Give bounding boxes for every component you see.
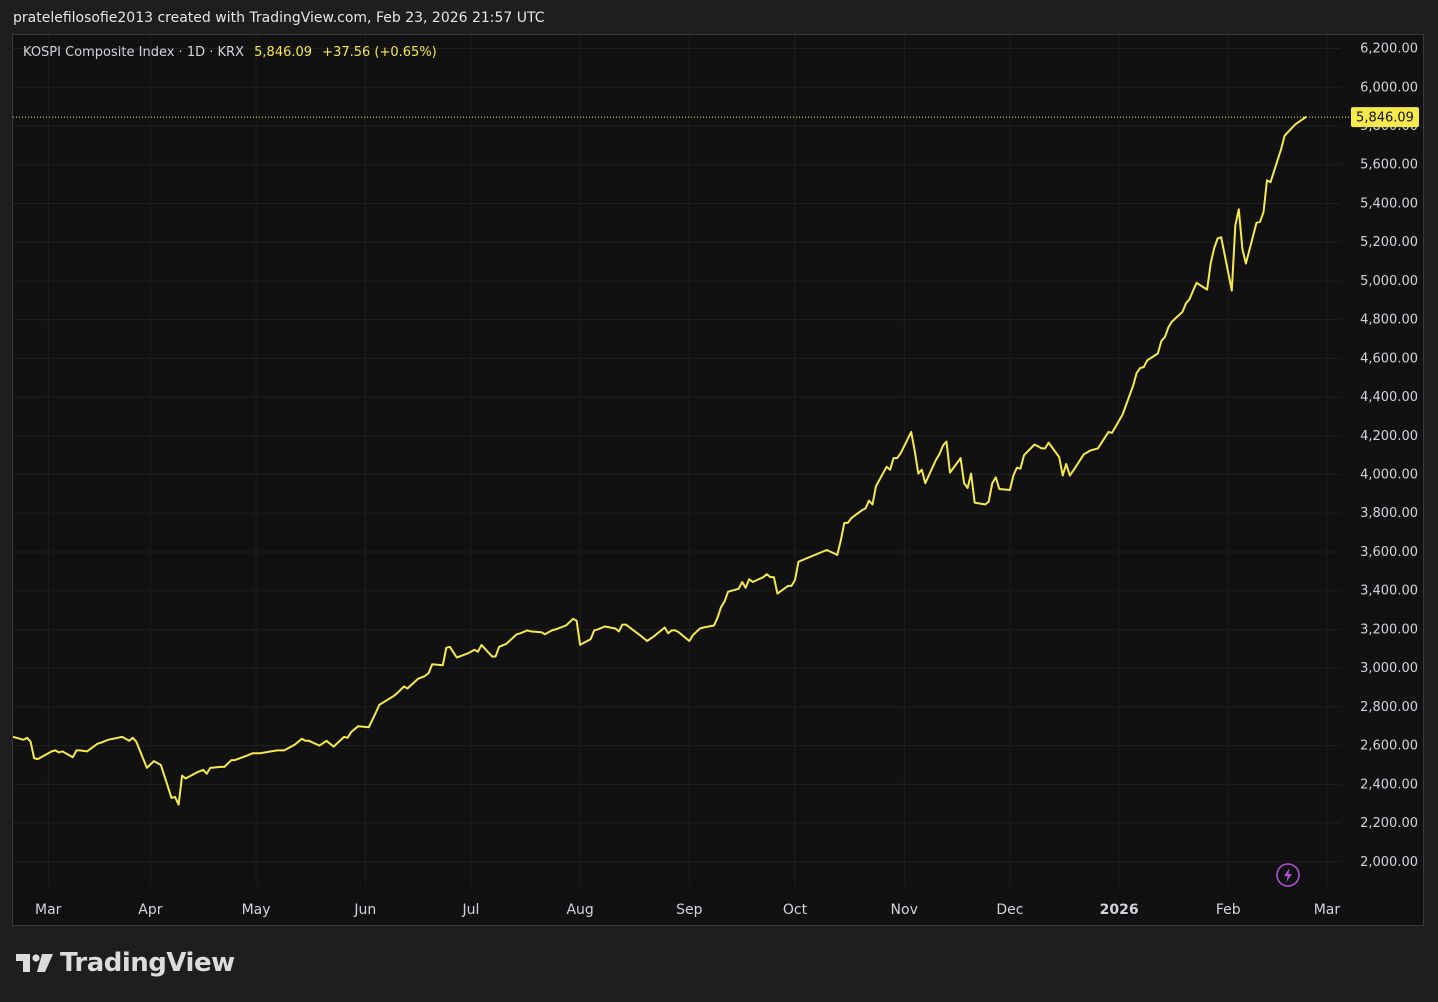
x-tick-label: Nov (891, 902, 918, 918)
series-line (13, 116, 1307, 806)
x-tick-label: Sep (676, 902, 703, 918)
x-tick-label: May (242, 902, 271, 918)
y-tick-label: 4,400.00 (1360, 390, 1418, 405)
y-tick-label: 2,600.00 (1360, 739, 1418, 754)
x-tick-label: Oct (783, 902, 808, 918)
y-tick-label: 3,000.00 (1360, 661, 1418, 676)
y-tick-label: 5,000.00 (1360, 274, 1418, 289)
last-price-label: 5,846.09 (1356, 111, 1414, 126)
legend-exchange: KRX (217, 45, 244, 60)
y-tick-label: 2,200.00 (1360, 816, 1418, 831)
x-tick-label: Mar (35, 902, 62, 918)
x-tick-label: Jul (461, 902, 479, 918)
y-tick-label: 4,800.00 (1360, 313, 1418, 328)
legend-last-price: 5,846.09 (254, 45, 313, 60)
y-tick-label: 3,400.00 (1360, 584, 1418, 599)
y-tick-label: 6,000.00 (1360, 80, 1418, 95)
tradingview-wordmark: TradingView (60, 948, 235, 978)
price-chart[interactable]: 2,000.00 2,200.00 2,400.00 2,600.00 2,800.00… (13, 35, 1423, 925)
x-tick-label: Jun (353, 902, 376, 918)
legend-interval: 1D (186, 45, 206, 60)
chart-panel[interactable]: 2,000.00 2,200.00 2,400.00 2,600.00 2,800.00… (12, 34, 1424, 926)
x-tick-label: Dec (996, 902, 1023, 918)
y-tick-label: 3,800.00 (1360, 506, 1418, 521)
chart-caption: pratelefilosofie2013 created with Tradin… (13, 10, 545, 26)
legend-symbol: KOSPI Composite Index (23, 45, 175, 60)
tradingview-logo[interactable]: TradingView (16, 948, 235, 978)
x-tick-label: Aug (566, 902, 593, 918)
y-tick-label: 3,200.00 (1360, 622, 1418, 637)
legend-separator: · (178, 45, 183, 60)
x-tick-label: Apr (138, 902, 162, 918)
y-tick-label: 4,600.00 (1360, 351, 1418, 366)
x-tick-label: Mar (1314, 902, 1341, 918)
legend-change-percent: (+0.65%) (374, 45, 437, 60)
legend-change: +37.56 (322, 45, 371, 60)
y-tick-label: 4,000.00 (1360, 468, 1418, 483)
tradingview-logo-icon (16, 954, 53, 972)
x-tick-label: 2026 (1100, 902, 1139, 918)
symbol-legend: KOSPI Composite Index · 1D · KRX 5,846.0… (23, 45, 437, 60)
y-tick-label: 6,200.00 (1360, 42, 1418, 57)
lightning-icon[interactable] (1276, 863, 1300, 887)
y-tick-label: 4,200.00 (1360, 429, 1418, 444)
x-tick-label: Feb (1216, 902, 1241, 918)
y-tick-label: 5,400.00 (1360, 196, 1418, 211)
y-tick-label: 3,600.00 (1360, 545, 1418, 560)
legend-separator: · (209, 45, 214, 60)
y-tick-label: 5,200.00 (1360, 235, 1418, 250)
y-tick-label: 5,600.00 (1360, 158, 1418, 173)
y-tick-label: 2,800.00 (1360, 700, 1418, 715)
y-tick-label: 2,000.00 (1360, 855, 1418, 870)
y-tick-label: 2,400.00 (1360, 777, 1418, 792)
